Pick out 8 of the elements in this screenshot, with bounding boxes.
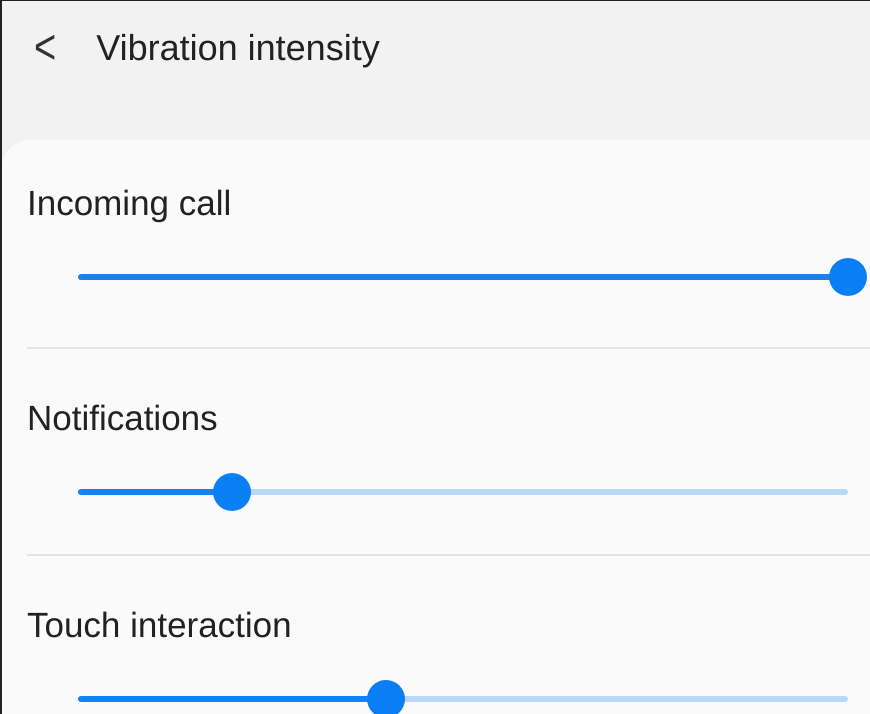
setting-label: Touch interaction <box>27 606 292 646</box>
screen-title: Vibration intensity <box>96 26 380 70</box>
slider-thumb[interactable] <box>367 680 405 714</box>
slider-thumb[interactable] <box>213 473 251 511</box>
slider-thumb[interactable] <box>829 258 867 296</box>
setting-label: Incoming call <box>27 184 232 224</box>
back-button[interactable]: < <box>34 16 56 80</box>
setting-label: Notifications <box>27 399 218 439</box>
